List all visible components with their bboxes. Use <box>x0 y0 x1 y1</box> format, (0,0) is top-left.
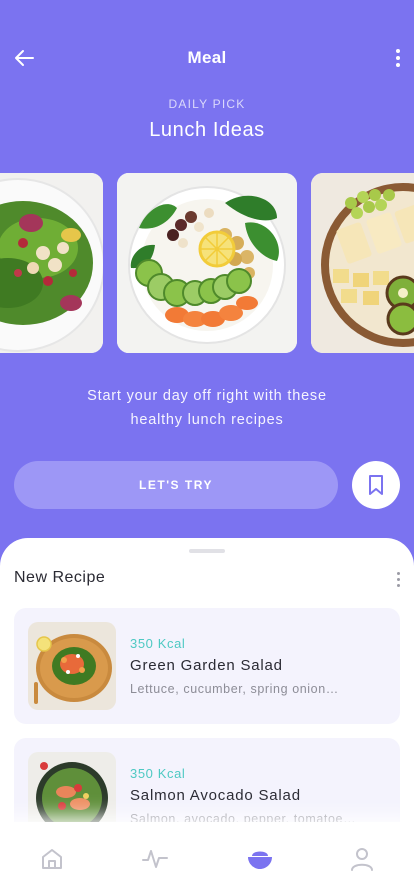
carousel-card[interactable] <box>311 173 414 353</box>
section-title: New Recipe <box>14 569 106 586</box>
hero-tagline: Start your day off right with these heal… <box>60 384 354 432</box>
recipe-thumbnail <box>28 622 116 710</box>
recipe-name: Green Garden Salad <box>130 657 283 674</box>
recipe-description: Lettuce, cucumber, spring onion… <box>130 682 339 696</box>
hero-section: Meal DAILY PICK Lunch Ideas Start your d… <box>0 0 414 560</box>
lets-try-button[interactable]: LET'S TRY <box>14 461 338 509</box>
activity-icon <box>142 850 168 868</box>
tab-profile[interactable] <box>347 844 377 874</box>
tab-activity[interactable] <box>140 844 170 874</box>
more-vertical-icon <box>396 571 400 575</box>
veggie-bowl-image <box>117 173 297 353</box>
recipe-kcal: 350 Kcal <box>130 636 186 651</box>
bowl-icon <box>248 851 272 869</box>
carousel-card[interactable] <box>117 173 297 353</box>
tagline-line: Start your day off right with these <box>87 388 327 404</box>
page-title: Meal <box>187 48 227 67</box>
profile-icon <box>351 848 373 871</box>
more-vertical-icon <box>396 49 400 53</box>
section-more-button[interactable] <box>394 568 402 590</box>
bookmark-icon <box>369 475 383 495</box>
recipe-kcal: 350 Kcal <box>130 766 186 781</box>
hero-headline: Lunch Ideas <box>149 119 265 141</box>
tagline-line: healthy lunch recipes <box>130 412 284 428</box>
salad-plate-image <box>0 173 103 353</box>
more-options-button[interactable] <box>388 44 408 72</box>
recipe-card[interactable]: 350 Kcal Green Garden Salad Lettuce, cuc… <box>14 608 400 724</box>
home-icon <box>42 849 62 869</box>
cheese-board-image <box>311 173 414 353</box>
top-bar: Meal <box>0 36 414 80</box>
bottom-tab-bar <box>0 822 414 896</box>
carousel-card[interactable] <box>0 173 103 353</box>
recipe-name: Salmon Avocado Salad <box>130 787 301 804</box>
tab-home[interactable] <box>37 844 67 874</box>
meal-carousel[interactable] <box>0 173 414 353</box>
eyebrow-label: DAILY PICK <box>168 97 246 111</box>
green-salad-image <box>28 622 116 710</box>
sheet-drag-handle[interactable] <box>189 549 225 553</box>
bookmark-button[interactable] <box>352 461 400 509</box>
tab-meal[interactable] <box>245 844 275 874</box>
